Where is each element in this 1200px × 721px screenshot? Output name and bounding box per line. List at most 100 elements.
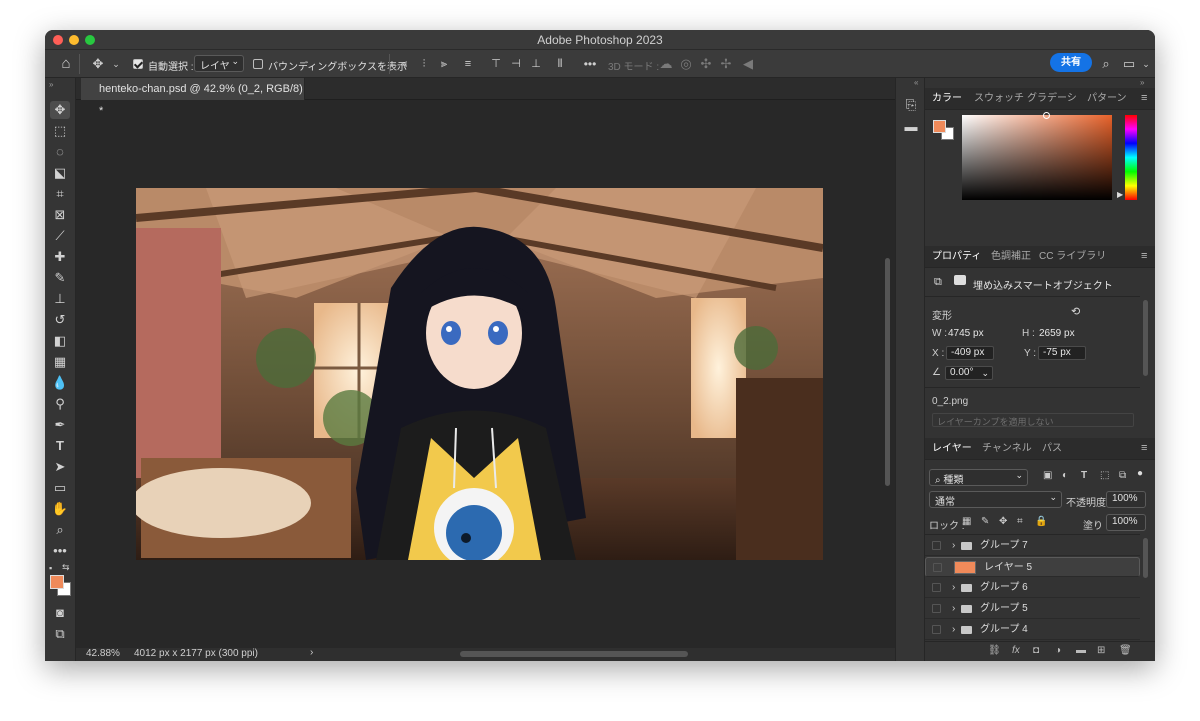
align-center-icon[interactable]: ⫶ xyxy=(415,55,433,73)
lock-transparency-icon[interactable]: ▦ xyxy=(962,516,971,527)
panel-menu-icon[interactable]: ≡ xyxy=(1141,92,1147,104)
tab-properties[interactable]: プロパティ xyxy=(932,246,981,268)
filter-pixel-icon[interactable]: ▣ xyxy=(1043,470,1052,481)
layer-row[interactable]: › グループ 4 xyxy=(925,620,1140,640)
add-mask-icon[interactable]: ◘ xyxy=(1033,645,1039,656)
dodge-tool-icon[interactable]: ⚲ xyxy=(50,395,70,413)
auto-select-dropdown[interactable]: レイヤー ⌄ xyxy=(194,55,244,87)
hue-slider[interactable] xyxy=(1125,115,1137,200)
auto-select-checkbox[interactable] xyxy=(133,59,143,69)
h-value[interactable]: 2659 px xyxy=(1039,328,1075,339)
screen-mode-icon[interactable]: ⧉ xyxy=(50,625,70,643)
new-group-icon[interactable]: ▬ xyxy=(1076,645,1086,656)
foreground-color-swatch[interactable] xyxy=(933,120,946,133)
visibility-toggle[interactable] xyxy=(932,625,941,634)
collapse-icon[interactable]: « xyxy=(914,78,918,87)
eraser-tool-icon[interactable]: ◧ xyxy=(50,332,70,350)
chevron-right-icon[interactable]: › xyxy=(952,599,955,619)
chevron-right-icon[interactable]: › xyxy=(310,647,313,658)
3d-pan-icon[interactable]: ✣ xyxy=(697,55,715,73)
distribute-vertical-icon[interactable]: ⦀ xyxy=(551,55,569,73)
lock-image-icon[interactable]: ✎ xyxy=(981,516,989,527)
align-top-icon[interactable]: ⊤ xyxy=(487,55,505,73)
stamp-tool-icon[interactable]: ⊥ xyxy=(50,290,70,308)
more-options-icon[interactable]: ••• xyxy=(581,55,599,73)
chevron-right-icon[interactable]: › xyxy=(952,578,955,598)
layer-row[interactable]: › グループ 7 xyxy=(925,536,1140,556)
blur-tool-icon[interactable]: 💧 xyxy=(50,374,70,392)
color-picker-field[interactable] xyxy=(962,115,1112,200)
link-layers-icon[interactable]: ⛓ xyxy=(988,645,1001,656)
filter-toggle-icon[interactable]: ● xyxy=(1137,468,1143,479)
panel-menu-icon[interactable]: ≡ xyxy=(1141,442,1147,454)
3d-orbit-icon[interactable]: ☁ xyxy=(657,55,675,73)
share-button[interactable]: 共有 xyxy=(1050,53,1092,72)
tab-color[interactable]: カラー xyxy=(932,88,962,110)
hue-slider-handle[interactable]: ▶ xyxy=(1117,190,1123,199)
angle-field[interactable]: 0.00° ⌄ xyxy=(945,366,993,380)
canvas-image[interactable] xyxy=(136,188,823,560)
brush-tool-icon[interactable]: ✎ xyxy=(50,269,70,287)
delete-layer-icon[interactable]: 🗑 xyxy=(1119,645,1132,656)
pen-tool-icon[interactable]: ✒ xyxy=(50,416,70,434)
visibility-toggle[interactable] xyxy=(932,604,941,613)
align-right-icon[interactable]: ⫸ xyxy=(435,55,453,73)
foreground-color-swatch[interactable] xyxy=(50,575,64,589)
tab-cc-libraries[interactable]: CC ライブラリ xyxy=(1039,246,1106,268)
swap-colors-icon[interactable]: ⇆ xyxy=(62,562,70,573)
fx-icon[interactable]: fx xyxy=(1012,645,1020,656)
filter-smart-object-icon[interactable]: ⧉ xyxy=(1119,470,1126,481)
panel-menu-icon[interactable]: ≡ xyxy=(1141,250,1147,262)
horizontal-scrollbar[interactable] xyxy=(460,651,688,657)
history-brush-tool-icon[interactable]: ↺ xyxy=(50,311,70,329)
opacity-field[interactable]: 100% xyxy=(1106,491,1146,508)
chevron-right-icon[interactable]: › xyxy=(952,536,955,556)
layer-row[interactable]: › グループ 6 xyxy=(925,578,1140,598)
filter-shape-icon[interactable]: ⬚ xyxy=(1100,470,1109,481)
w-value[interactable]: 4745 px xyxy=(948,328,984,339)
new-layer-icon[interactable]: ⊞ xyxy=(1097,645,1105,656)
y-field[interactable]: -75 px xyxy=(1038,346,1086,360)
vertical-scrollbar[interactable] xyxy=(885,258,890,486)
align-left-icon[interactable]: ⫷ xyxy=(395,55,413,73)
layer-filter-dropdown[interactable]: ⌕ 種類 ⌄ xyxy=(929,469,1028,486)
crop-tool-icon[interactable]: ⌗ xyxy=(50,185,70,203)
tab-channels[interactable]: チャンネル xyxy=(982,438,1032,460)
align-bottom-icon[interactable]: ⊥ xyxy=(527,55,545,73)
x-field[interactable]: -409 px xyxy=(946,346,994,360)
search-icon[interactable]: ⌕ xyxy=(1097,55,1115,73)
3d-camera-icon[interactable]: ◀ xyxy=(739,55,757,73)
default-colors-icon[interactable]: ▪ xyxy=(49,563,52,573)
tab-patterns[interactable]: パターン xyxy=(1087,88,1127,110)
move-tool-icon[interactable]: ✥ xyxy=(50,101,70,119)
tab-adjustments[interactable]: 色調補正 xyxy=(991,246,1031,268)
workspace-icon[interactable]: ▭ xyxy=(1120,55,1138,73)
document-tab[interactable]: henteko-chan.psd @ 42.9% (0_2, RGB/8) * xyxy=(81,78,305,117)
visibility-toggle[interactable] xyxy=(933,563,942,572)
object-select-tool-icon[interactable]: ⬕ xyxy=(50,164,70,182)
zoom-level[interactable]: 42.88% xyxy=(86,648,120,659)
tab-gradients[interactable]: グラデーシ xyxy=(1027,88,1077,110)
healing-brush-tool-icon[interactable]: ✚ xyxy=(50,248,70,266)
properties-scrollbar[interactable] xyxy=(1143,300,1148,376)
rectangle-tool-icon[interactable]: ▭ xyxy=(50,479,70,497)
visibility-toggle[interactable] xyxy=(932,583,941,592)
tab-layers[interactable]: レイヤー xyxy=(932,438,972,460)
filter-type-icon[interactable]: T xyxy=(1081,470,1087,481)
reset-transform-icon[interactable]: ⟲ xyxy=(1071,305,1080,318)
3d-roll-icon[interactable]: ◎ xyxy=(677,55,695,73)
visibility-toggle[interactable] xyxy=(932,541,941,550)
blend-mode-dropdown[interactable]: 通常 ⌄ xyxy=(929,491,1062,508)
color-picker-handle[interactable] xyxy=(1043,112,1050,119)
quick-mask-icon[interactable]: ◙ xyxy=(50,604,70,622)
lock-all-icon[interactable]: 🔒 xyxy=(1035,516,1047,527)
tab-swatches[interactable]: スウォッチ xyxy=(974,88,1024,110)
lasso-tool-icon[interactable]: ◌ xyxy=(50,143,70,161)
eyedropper-tool-icon[interactable]: ⟋ xyxy=(50,227,70,245)
align-middle-icon[interactable]: ⊣ xyxy=(507,55,525,73)
frame-tool-icon[interactable]: ⊠ xyxy=(50,206,70,224)
chevron-right-icon[interactable]: › xyxy=(952,620,955,640)
distribute-icon[interactable]: ≡ xyxy=(459,55,477,73)
layer-comp-dropdown[interactable]: レイヤーカンプを適用しない xyxy=(932,413,1134,427)
comments-panel-icon[interactable]: ▬ xyxy=(901,118,921,136)
